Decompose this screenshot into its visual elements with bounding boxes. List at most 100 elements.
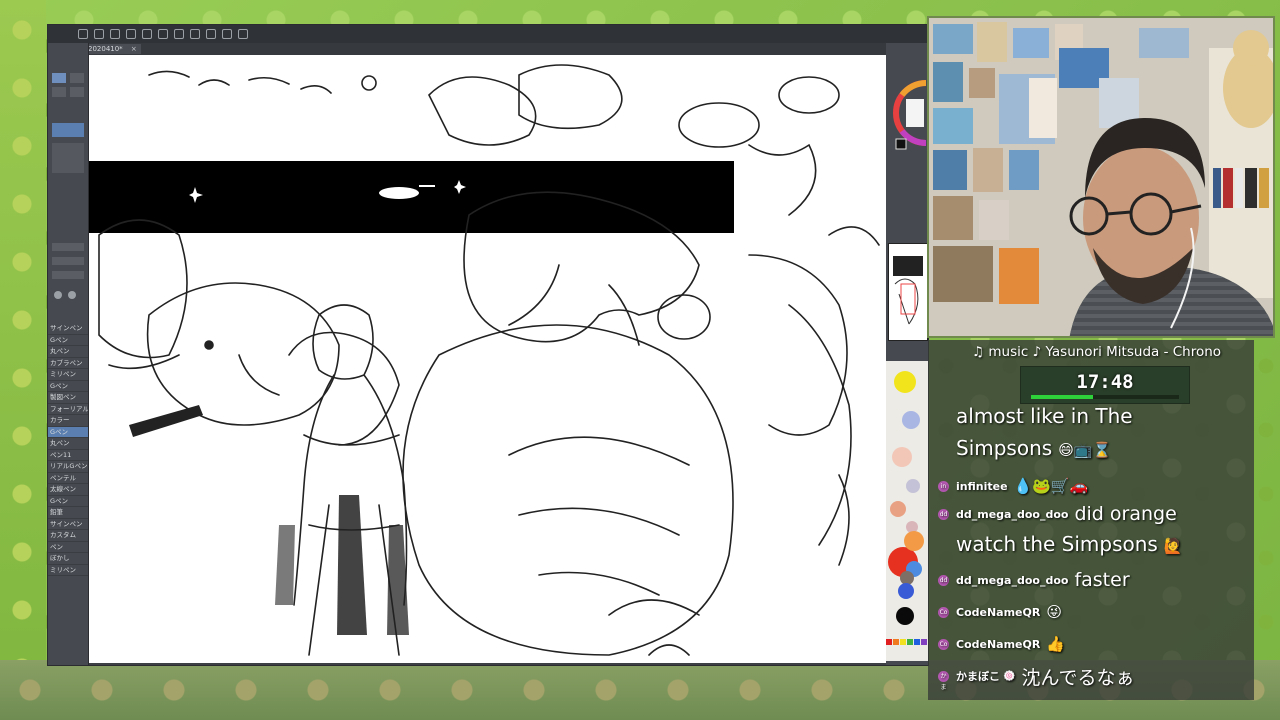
eraser-tool-icon[interactable] (70, 73, 84, 83)
chat-username[interactable]: CodeNameQR (956, 606, 1040, 619)
brush-item[interactable]: Gペン (48, 381, 88, 392)
document-tab[interactable]: 2020410* × (84, 44, 141, 54)
drawing-app-window: 2020410* × サインペン Gペン 丸ペン カブラペン ミリペン Gペン 製図ペン フォ… (47, 24, 929, 666)
zoom-icon[interactable] (54, 291, 62, 299)
palette-swatch[interactable] (906, 479, 920, 493)
brush-item[interactable]: 丸ペン (48, 346, 88, 358)
navigator-thumbnail (893, 256, 923, 325)
rotate-icon[interactable] (68, 291, 76, 299)
palette-swatch[interactable] (892, 447, 912, 467)
color-strip-swatch[interactable] (914, 639, 920, 645)
sub-tool-selected[interactable] (52, 123, 84, 137)
brush-item[interactable]: ミリペン (48, 565, 88, 576)
brush-item[interactable]: カスタム (48, 530, 88, 542)
chat-message: Co CodeNameQR 👍 (928, 630, 1254, 658)
transform-icon[interactable] (190, 29, 200, 39)
brush-item[interactable]: Gペン (48, 335, 88, 346)
palette-swatch[interactable] (890, 501, 906, 517)
palette-swatch[interactable] (894, 371, 916, 393)
color-palette (886, 361, 928, 661)
brush-item[interactable]: 製図ペン (48, 392, 88, 404)
color-strip-swatch[interactable] (907, 639, 913, 645)
brush-item[interactable]: ミリペン (48, 369, 88, 381)
chat-username[interactable]: CodeNameQR (956, 638, 1040, 651)
brush-item[interactable]: カブラペン (48, 358, 88, 369)
chat-message: Simpsons 😄📺⌛ (956, 436, 1280, 460)
stream-overlay: ♫ music ♪ Yasunori Mitsuda - Chrono 17:4… (928, 340, 1254, 700)
user-avatar[interactable]: dd (938, 508, 949, 520)
chat-message: watch the Simpsons 🙋 (956, 532, 1280, 556)
fill-tool-icon[interactable] (70, 87, 84, 97)
brush-item[interactable]: サインペン (48, 323, 88, 335)
stream-timer: 17:48 (1020, 366, 1190, 404)
now-playing-text: ♫ music ♪ Yasunori Mitsuda - Chrono (972, 344, 1222, 360)
color-strip-swatch[interactable] (900, 639, 906, 645)
timer-progress-track (1031, 395, 1179, 399)
brush-item[interactable]: フォーリアル (48, 404, 88, 415)
color-wheel[interactable] (890, 73, 926, 153)
color-strip-swatch[interactable] (893, 639, 899, 645)
color-strip-swatch[interactable] (921, 639, 927, 645)
brush-list: サインペン Gペン 丸ペン カブラペン ミリペン Gペン 製図ペン フォーリアル カラー Gペン丸… (48, 323, 88, 576)
drawing-canvas[interactable] (89, 55, 886, 663)
user-avatar[interactable]: Co (938, 638, 949, 650)
user-badge-icon: 🍥 (1003, 670, 1016, 682)
stabilization-slider[interactable] (52, 271, 84, 279)
opacity-slider[interactable] (52, 257, 84, 265)
brush-item[interactable]: ペン11 (48, 450, 88, 461)
ink-hatching (129, 405, 409, 635)
chat-username[interactable]: dd_mega_doo_doo (956, 508, 1068, 521)
brush-item[interactable]: 太線ペン (48, 484, 88, 496)
user-avatar[interactable]: dd (938, 574, 949, 586)
chat-username[interactable]: かまぼこ (956, 668, 1000, 684)
color-strip-swatch[interactable] (886, 639, 892, 645)
settings-icon[interactable] (158, 29, 168, 39)
brush-item[interactable]: Gペン (48, 496, 88, 507)
ruler-icon[interactable] (222, 29, 232, 39)
undo-icon[interactable] (126, 29, 136, 39)
brush-item[interactable]: リアルGペン (48, 461, 88, 473)
brush-tool-icon[interactable] (52, 87, 66, 97)
pen-tool-icon[interactable] (52, 73, 66, 83)
pencil-strokes (98, 64, 880, 656)
chat-message-text: watch the Simpsons (956, 532, 1158, 556)
stream-background-left (0, 0, 46, 720)
tool-icons (52, 73, 84, 299)
palette-swatch[interactable] (896, 607, 914, 625)
chat-message-text: Simpsons (956, 436, 1053, 460)
pen-icon[interactable] (238, 29, 248, 39)
webcam-feed (927, 16, 1275, 338)
brush-item[interactable]: ペンテル (48, 473, 88, 484)
brush-item[interactable]: ペン (48, 542, 88, 553)
brush-item[interactable]: ぼかし (48, 553, 88, 565)
chat-message: dd dd_mega_doo_doo did orange (928, 500, 1254, 528)
user-avatar[interactable]: in (938, 480, 949, 492)
user-avatar[interactable]: かま (938, 670, 949, 691)
save-icon[interactable] (110, 29, 120, 39)
close-icon[interactable]: × (131, 44, 137, 54)
redo-icon[interactable] (142, 29, 152, 39)
user-avatar[interactable]: Co (938, 606, 949, 618)
chat-message-text: almost like in The (956, 404, 1133, 428)
brush-item[interactable]: Gペン (48, 426, 88, 438)
brush-item[interactable]: サインペン (48, 519, 88, 530)
brush-item[interactable]: 丸ペン (48, 438, 88, 450)
brush-item[interactable]: 鉛筆 (48, 507, 88, 519)
brush-item[interactable]: カラー (48, 415, 88, 427)
navigator-preview[interactable] (888, 243, 928, 341)
chat-username[interactable]: dd_mega_doo_doo (956, 574, 1068, 587)
palette-swatch[interactable] (902, 411, 920, 429)
document-tab-bar: 2020410* × (80, 43, 928, 55)
grid-icon[interactable] (206, 29, 216, 39)
fill-icon[interactable] (174, 29, 184, 39)
chat-username[interactable]: infinitee (956, 480, 1008, 493)
chat-emote-icon: 🙋 (1163, 537, 1183, 555)
new-file-icon[interactable] (78, 29, 88, 39)
palette-swatch[interactable] (898, 583, 914, 599)
open-file-icon[interactable] (94, 29, 104, 39)
palette-swatch[interactable] (904, 531, 924, 551)
chat-emote-icon: 😜 (1046, 603, 1062, 621)
brush-size-slider[interactable] (52, 243, 84, 251)
sketch-artwork (89, 64, 880, 656)
command-bar (48, 25, 928, 43)
